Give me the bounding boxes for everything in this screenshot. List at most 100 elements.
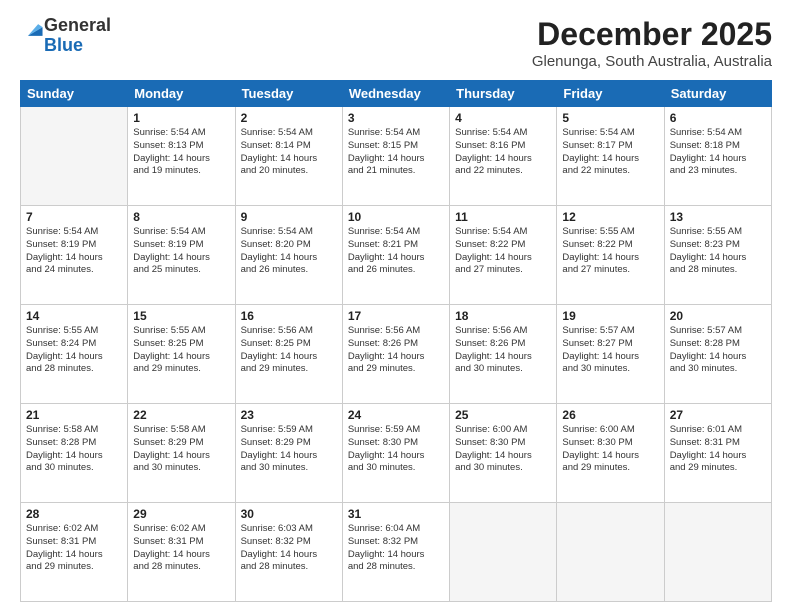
day-info: Sunrise: 5:54 AM Sunset: 8:17 PM Dayligh… xyxy=(562,127,658,178)
logo: General Blue xyxy=(20,16,111,56)
col-monday: Monday xyxy=(128,81,235,107)
day-info: Sunrise: 5:56 AM Sunset: 8:26 PM Dayligh… xyxy=(348,325,444,376)
day-info: Sunrise: 5:54 AM Sunset: 8:22 PM Dayligh… xyxy=(455,226,551,277)
day-number: 25 xyxy=(455,408,551,422)
day-info: Sunrise: 5:59 AM Sunset: 8:29 PM Dayligh… xyxy=(241,424,337,475)
day-number: 15 xyxy=(133,309,229,323)
table-row: 11 Sunrise: 5:54 AM Sunset: 8:22 PM Dayli… xyxy=(450,206,557,305)
header: General Blue December 2025 Glenunga, Sou… xyxy=(20,16,772,70)
day-number: 9 xyxy=(241,210,337,224)
col-sunday: Sunday xyxy=(21,81,128,107)
table-row: 17 Sunrise: 5:56 AM Sunset: 8:26 PM Dayli… xyxy=(342,305,449,404)
table-row: 21 Sunrise: 5:58 AM Sunset: 8:28 PM Dayli… xyxy=(21,404,128,503)
day-info: Sunrise: 5:54 AM Sunset: 8:19 PM Dayligh… xyxy=(26,226,122,277)
calendar-week-4: 21 Sunrise: 5:58 AM Sunset: 8:28 PM Dayli… xyxy=(21,404,772,503)
table-row: 18 Sunrise: 5:56 AM Sunset: 8:26 PM Dayli… xyxy=(450,305,557,404)
day-info: Sunrise: 5:58 AM Sunset: 8:29 PM Dayligh… xyxy=(133,424,229,475)
day-info: Sunrise: 5:57 AM Sunset: 8:27 PM Dayligh… xyxy=(562,325,658,376)
day-info: Sunrise: 6:00 AM Sunset: 8:30 PM Dayligh… xyxy=(455,424,551,475)
table-row: 24 Sunrise: 5:59 AM Sunset: 8:30 PM Dayli… xyxy=(342,404,449,503)
day-info: Sunrise: 6:02 AM Sunset: 8:31 PM Dayligh… xyxy=(26,523,122,574)
day-info: Sunrise: 5:55 AM Sunset: 8:24 PM Dayligh… xyxy=(26,325,122,376)
table-row: 16Sunrise: 5:56 AM Sunset: 8:25 PM Dayli… xyxy=(235,305,342,404)
day-number: 28 xyxy=(26,507,122,521)
table-row: 6 Sunrise: 5:54 AM Sunset: 8:18 PM Daylig… xyxy=(664,107,771,206)
day-number: 3 xyxy=(348,111,444,125)
day-info: Sunrise: 5:54 AM Sunset: 8:16 PM Dayligh… xyxy=(455,127,551,178)
day-number: 20 xyxy=(670,309,766,323)
calendar-header-row: Sunday Monday Tuesday Wednesday Thursday… xyxy=(21,81,772,107)
day-number: 18 xyxy=(455,309,551,323)
table-row: 7Sunrise: 5:54 AM Sunset: 8:19 PM Daylig… xyxy=(21,206,128,305)
calendar-table: Sunday Monday Tuesday Wednesday Thursday… xyxy=(20,80,772,602)
day-number: 22 xyxy=(133,408,229,422)
day-number: 13 xyxy=(670,210,766,224)
day-info: Sunrise: 5:56 AM Sunset: 8:26 PM Dayligh… xyxy=(455,325,551,376)
table-row: 31Sunrise: 6:04 AM Sunset: 8:32 PM Dayli… xyxy=(342,503,449,602)
logo-icon xyxy=(22,19,44,41)
day-info: Sunrise: 6:03 AM Sunset: 8:32 PM Dayligh… xyxy=(241,523,337,574)
table-row: 22 Sunrise: 5:58 AM Sunset: 8:29 PM Dayli… xyxy=(128,404,235,503)
table-row: 27Sunrise: 6:01 AM Sunset: 8:31 PM Dayli… xyxy=(664,404,771,503)
col-saturday: Saturday xyxy=(664,81,771,107)
table-row: 1Sunrise: 5:54 AM Sunset: 8:13 PM Daylig… xyxy=(128,107,235,206)
day-info: Sunrise: 5:54 AM Sunset: 8:21 PM Dayligh… xyxy=(348,226,444,277)
day-info: Sunrise: 6:02 AM Sunset: 8:31 PM Dayligh… xyxy=(133,523,229,574)
table-row: 2 Sunrise: 5:54 AM Sunset: 8:14 PM Daylig… xyxy=(235,107,342,206)
day-info: Sunrise: 5:57 AM Sunset: 8:28 PM Dayligh… xyxy=(670,325,766,376)
day-number: 31 xyxy=(348,507,444,521)
table-row: 19Sunrise: 5:57 AM Sunset: 8:27 PM Dayli… xyxy=(557,305,664,404)
table-row: 30 Sunrise: 6:03 AM Sunset: 8:32 PM Dayli… xyxy=(235,503,342,602)
day-number: 21 xyxy=(26,408,122,422)
day-number: 1 xyxy=(133,111,229,125)
day-number: 26 xyxy=(562,408,658,422)
table-row: 29 Sunrise: 6:02 AM Sunset: 8:31 PM Dayli… xyxy=(128,503,235,602)
day-number: 11 xyxy=(455,210,551,224)
day-number: 2 xyxy=(241,111,337,125)
table-row: 8 Sunrise: 5:54 AM Sunset: 8:19 PM Daylig… xyxy=(128,206,235,305)
day-number: 6 xyxy=(670,111,766,125)
table-row xyxy=(450,503,557,602)
title-block: December 2025 Glenunga, South Australia,… xyxy=(532,16,772,70)
day-info: Sunrise: 5:54 AM Sunset: 8:20 PM Dayligh… xyxy=(241,226,337,277)
day-number: 16 xyxy=(241,309,337,323)
day-info: Sunrise: 5:54 AM Sunset: 8:15 PM Dayligh… xyxy=(348,127,444,178)
col-friday: Friday xyxy=(557,81,664,107)
table-row: 12Sunrise: 5:55 AM Sunset: 8:22 PM Dayli… xyxy=(557,206,664,305)
day-number: 8 xyxy=(133,210,229,224)
day-info: Sunrise: 5:55 AM Sunset: 8:25 PM Dayligh… xyxy=(133,325,229,376)
day-info: Sunrise: 5:54 AM Sunset: 8:18 PM Dayligh… xyxy=(670,127,766,178)
logo-general-text: General xyxy=(44,15,111,35)
table-row: 3 Sunrise: 5:54 AM Sunset: 8:15 PM Daylig… xyxy=(342,107,449,206)
day-info: Sunrise: 5:54 AM Sunset: 8:14 PM Dayligh… xyxy=(241,127,337,178)
day-info: Sunrise: 6:00 AM Sunset: 8:30 PM Dayligh… xyxy=(562,424,658,475)
calendar-week-2: 7Sunrise: 5:54 AM Sunset: 8:19 PM Daylig… xyxy=(21,206,772,305)
logo-blue-text: Blue xyxy=(44,35,83,55)
day-info: Sunrise: 5:54 AM Sunset: 8:19 PM Dayligh… xyxy=(133,226,229,277)
day-number: 17 xyxy=(348,309,444,323)
page-title: December 2025 xyxy=(532,16,772,53)
table-row: 28 Sunrise: 6:02 AM Sunset: 8:31 PM Dayli… xyxy=(21,503,128,602)
col-wednesday: Wednesday xyxy=(342,81,449,107)
day-number: 14 xyxy=(26,309,122,323)
table-row: 25 Sunrise: 6:00 AM Sunset: 8:30 PM Dayli… xyxy=(450,404,557,503)
day-info: Sunrise: 5:55 AM Sunset: 8:22 PM Dayligh… xyxy=(562,226,658,277)
day-number: 30 xyxy=(241,507,337,521)
day-info: Sunrise: 5:58 AM Sunset: 8:28 PM Dayligh… xyxy=(26,424,122,475)
page: General Blue December 2025 Glenunga, Sou… xyxy=(0,0,792,612)
day-info: Sunrise: 6:01 AM Sunset: 8:31 PM Dayligh… xyxy=(670,424,766,475)
page-subtitle: Glenunga, South Australia, Australia xyxy=(532,53,772,70)
day-number: 24 xyxy=(348,408,444,422)
day-number: 4 xyxy=(455,111,551,125)
table-row: 20 Sunrise: 5:57 AM Sunset: 8:28 PM Dayli… xyxy=(664,305,771,404)
col-tuesday: Tuesday xyxy=(235,81,342,107)
col-thursday: Thursday xyxy=(450,81,557,107)
table-row xyxy=(21,107,128,206)
table-row: 14 Sunrise: 5:55 AM Sunset: 8:24 PM Dayli… xyxy=(21,305,128,404)
table-row: 23Sunrise: 5:59 AM Sunset: 8:29 PM Dayli… xyxy=(235,404,342,503)
day-number: 29 xyxy=(133,507,229,521)
table-row: 9 Sunrise: 5:54 AM Sunset: 8:20 PM Daylig… xyxy=(235,206,342,305)
table-row xyxy=(664,503,771,602)
calendar-week-5: 28 Sunrise: 6:02 AM Sunset: 8:31 PM Dayli… xyxy=(21,503,772,602)
day-info: Sunrise: 5:59 AM Sunset: 8:30 PM Dayligh… xyxy=(348,424,444,475)
